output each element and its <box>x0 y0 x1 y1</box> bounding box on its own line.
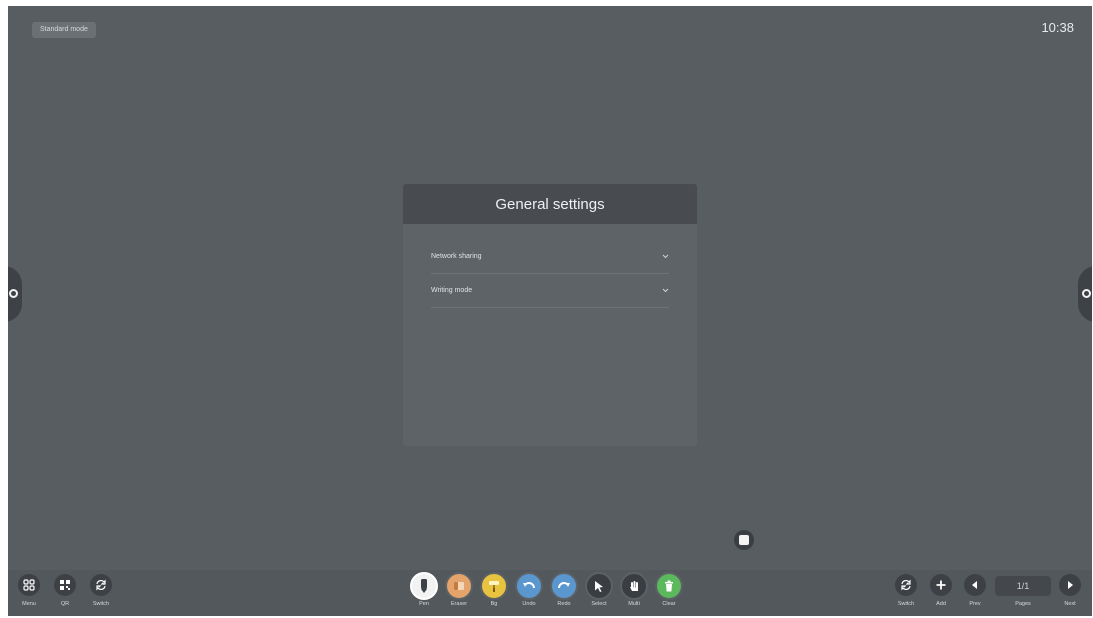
select-tool-button[interactable] <box>585 572 613 600</box>
select-label: Select <box>591 601 607 607</box>
multi-touch-tool-button[interactable] <box>620 572 648 600</box>
redo-icon <box>558 582 570 589</box>
clear-label: Clear <box>662 601 676 607</box>
stop-icon <box>739 535 749 545</box>
switch-label: Switch <box>92 601 110 607</box>
multi-touch-icon <box>630 581 638 591</box>
next-icon <box>1068 581 1073 589</box>
bottom-toolbar: Menu QR Switch Pen Eraser Bg Undo Redo S… <box>8 570 1092 616</box>
pen-tool-button[interactable] <box>410 572 438 600</box>
add-page-button[interactable] <box>930 574 952 596</box>
multi-label: Multi <box>628 601 640 607</box>
floating-stop-button[interactable] <box>734 530 754 550</box>
clock: 10:38 <box>1041 20 1074 35</box>
switch-icon <box>96 579 106 591</box>
mode-badge[interactable]: Standard mode <box>32 22 96 38</box>
left-side-handle[interactable] <box>8 266 22 322</box>
redo-button[interactable] <box>550 572 578 600</box>
trash-icon <box>665 580 673 592</box>
menu-label: Menu <box>22 601 36 607</box>
background-tool-button[interactable] <box>480 572 508 600</box>
switch-label-right: Switch <box>897 601 915 607</box>
right-side-handle[interactable] <box>1078 266 1092 322</box>
general-settings-dialog: General settings Network sharing Writing… <box>403 184 697 446</box>
paint-roller-icon <box>489 581 499 592</box>
dialog-title: General settings <box>403 184 697 224</box>
undo-button[interactable] <box>515 572 543 600</box>
whiteboard-canvas[interactable]: Standard mode 10:38 General settings Net… <box>8 6 1092 616</box>
switch-button-right[interactable] <box>895 574 917 596</box>
qr-label: QR <box>60 601 70 607</box>
row-label: Writing mode <box>431 287 473 294</box>
eraser-tool-button[interactable] <box>445 572 473 600</box>
undo-icon <box>523 582 535 589</box>
prev-label: Prev <box>969 601 981 607</box>
next-label: Next <box>1064 601 1076 607</box>
qr-icon <box>60 580 70 590</box>
prev-icon <box>972 581 977 589</box>
switch-button[interactable] <box>90 574 112 596</box>
bg-label: Bg <box>490 601 498 607</box>
page-indicator[interactable]: 1/1 <box>995 576 1051 596</box>
cursor-icon <box>595 581 603 592</box>
writing-mode-row[interactable]: Writing mode <box>431 274 669 308</box>
pages-label: Pages <box>1015 601 1031 607</box>
switch-icon <box>901 579 911 591</box>
pen-icon <box>421 579 427 593</box>
qr-button[interactable] <box>54 574 76 596</box>
grid-icon <box>23 579 35 591</box>
undo-label: Undo <box>522 601 536 607</box>
handle-dot-icon <box>9 289 18 298</box>
chevron-down-icon <box>661 253 669 261</box>
clear-button[interactable] <box>655 572 683 600</box>
handle-dot-icon <box>1082 289 1091 298</box>
redo-label: Redo <box>557 601 571 607</box>
row-label: Network sharing <box>431 253 482 260</box>
pen-label: Pen <box>419 601 429 607</box>
prev-page-button[interactable] <box>964 574 986 596</box>
eraser-label: Eraser <box>450 601 468 607</box>
next-page-button[interactable] <box>1059 574 1081 596</box>
chevron-down-icon <box>661 287 669 295</box>
eraser-icon <box>454 582 464 590</box>
network-sharing-row[interactable]: Network sharing <box>431 240 669 274</box>
plus-icon <box>936 580 946 590</box>
menu-button[interactable] <box>18 574 40 596</box>
dialog-body: Network sharing Writing mode <box>403 224 697 308</box>
